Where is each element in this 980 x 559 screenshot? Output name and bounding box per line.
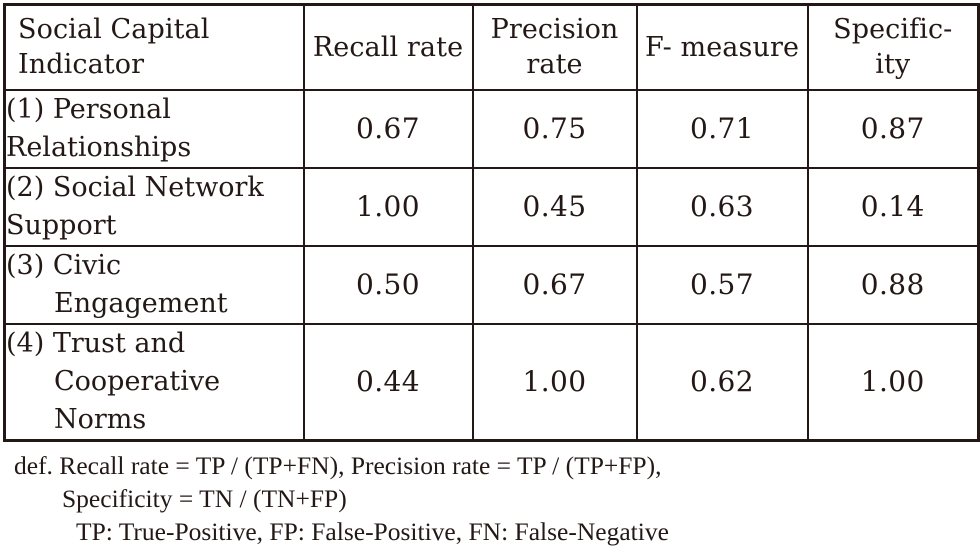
footnote-line-abbreviations: TP: True-Positive, FP: False-Positive, F…	[76, 517, 669, 546]
header-line: Social Capital	[18, 14, 210, 45]
column-header-recall-rate: Recall rate	[302, 3, 474, 91]
table-row: (4) Trust and Cooperative Norms 0.44 1.0…	[3, 324, 980, 442]
header-line: Indicator	[18, 49, 145, 80]
metrics-table: Social Capital Indicator Recall rate Pre…	[3, 3, 980, 442]
column-header-specificity: Specific- ity	[806, 3, 980, 91]
footnote-line-specificity: Specificity = TN / (TN+FP)	[62, 484, 347, 513]
cell-fmeasure: 0.57	[635, 246, 809, 325]
table-row: (1) Personal Relationships 0.67 0.75 0.7…	[3, 89, 980, 169]
indicator-line: (4) Trust and	[6, 328, 186, 359]
header-row: Social Capital Indicator Recall rate Pre…	[3, 3, 980, 91]
cell-recall: 0.67	[302, 89, 474, 169]
indicator-line: Relationships	[6, 132, 192, 163]
cell-precision: 1.00	[471, 324, 638, 442]
header-line: Recall	[312, 31, 399, 63]
table-header: Social Capital Indicator Recall rate Pre…	[3, 3, 980, 91]
table-row: (2) Social Network Support 1.00 0.45 0.6…	[3, 168, 980, 247]
cell-specificity: 1.00	[806, 324, 980, 442]
cell-recall: 0.44	[302, 324, 474, 442]
cell-fmeasure: 0.63	[635, 168, 809, 247]
column-header-f-measure: F- measure	[635, 3, 809, 91]
indicator-line: (3) Civic	[6, 250, 122, 281]
footnote-line-definitions: def. Recall rate = TP / (TP+FN), Precisi…	[14, 451, 662, 480]
cell-precision: 0.75	[471, 89, 638, 169]
table-row: (3) Civic Engagement 0.50 0.67 0.57 0.88	[3, 246, 980, 325]
column-header-indicator: Social Capital Indicator	[3, 3, 305, 91]
cell-specificity: 0.87	[806, 89, 980, 169]
header-line: ity	[875, 49, 911, 80]
metrics-table-container: Social Capital Indicator Recall rate Pre…	[3, 3, 980, 442]
cell-specificity: 0.88	[806, 246, 980, 325]
cell-fmeasure: 0.71	[635, 89, 809, 169]
indicator-line: Support	[6, 210, 117, 241]
cell-indicator: (1) Personal Relationships	[3, 89, 305, 169]
table-body: (1) Personal Relationships 0.67 0.75 0.7…	[3, 89, 980, 442]
cell-recall: 0.50	[302, 246, 474, 325]
indicator-line: Engagement	[54, 288, 228, 319]
indicator-line: (2) Social Network	[6, 172, 264, 203]
table-figure: Social Capital Indicator Recall rate Pre…	[0, 0, 980, 559]
indicator-line: Norms	[54, 404, 147, 435]
indicator-line: Cooperative	[54, 366, 221, 397]
cell-recall: 1.00	[302, 168, 474, 247]
table-footnote: def. Recall rate = TP / (TP+FN), Precisi…	[0, 449, 980, 548]
cell-fmeasure: 0.62	[635, 324, 809, 442]
cell-indicator: (2) Social Network Support	[3, 168, 305, 247]
column-header-precision-rate: Precision rate	[471, 3, 638, 91]
header-line: rate	[406, 31, 464, 63]
indicator-line: (1) Personal	[6, 94, 171, 125]
cell-precision: 0.67	[471, 246, 638, 325]
header-line: rate	[526, 49, 583, 80]
header-line: measure	[680, 31, 800, 63]
cell-indicator: (4) Trust and Cooperative Norms	[3, 324, 305, 442]
cell-indicator: (3) Civic Engagement	[3, 246, 305, 325]
header-line: Precision	[490, 14, 619, 45]
header-line: Specific-	[833, 14, 953, 45]
header-line: F-	[644, 31, 672, 63]
cell-precision: 0.45	[471, 168, 638, 247]
cell-specificity: 0.14	[806, 168, 980, 247]
